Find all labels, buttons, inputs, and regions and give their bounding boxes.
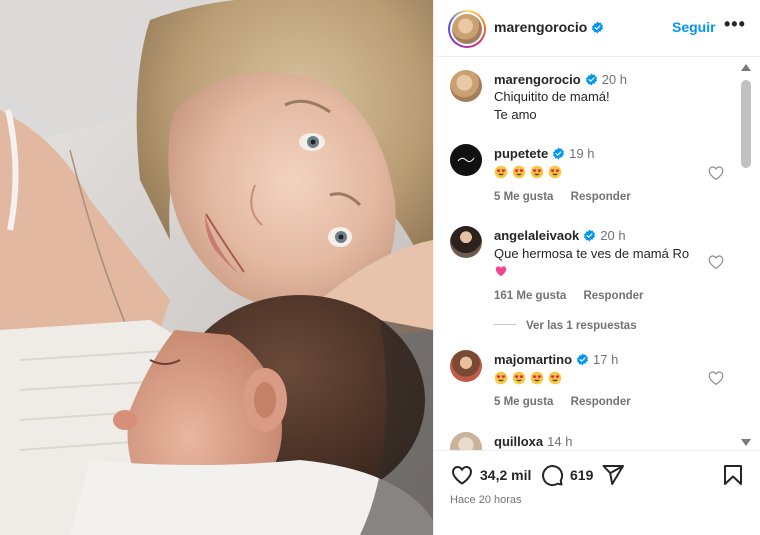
comment-time: 20 h bbox=[600, 228, 626, 243]
heart-eyes-emoji-icon bbox=[494, 165, 508, 179]
comment-avatar[interactable] bbox=[450, 350, 482, 382]
heart-eyes-emoji-icon bbox=[548, 165, 562, 179]
comment-avatar[interactable] bbox=[450, 144, 482, 176]
reply-button[interactable]: Responder bbox=[571, 191, 631, 203]
comment-emojis bbox=[494, 164, 566, 182]
like-count[interactable]: 34,2 mil bbox=[480, 467, 531, 483]
post-photo bbox=[0, 0, 433, 535]
post-actions-bar: 34,2 mil 619 Hace 20 horas bbox=[434, 450, 760, 535]
caption-line-2: Te amo bbox=[494, 107, 537, 122]
caption-username[interactable]: marengorocio bbox=[494, 72, 581, 87]
mother-and-baby-photo bbox=[0, 0, 433, 535]
view-replies-button[interactable]: Ver las 1 respuestas bbox=[494, 320, 637, 332]
caption-line-1: Chiquitito de mamá! bbox=[494, 89, 610, 104]
like-comment-heart-icon[interactable] bbox=[707, 369, 725, 387]
post-side-panel: marengorocio Seguir ••• marengorocio 20 h… bbox=[433, 0, 760, 535]
comment-bubble-icon[interactable] bbox=[540, 463, 564, 487]
heart-eyes-emoji-icon bbox=[530, 165, 544, 179]
scroll-down-arrow-icon[interactable] bbox=[741, 439, 751, 446]
comment-avatar[interactable] bbox=[450, 432, 482, 450]
verified-badge-icon bbox=[553, 147, 565, 160]
more-options-icon[interactable]: ••• bbox=[724, 14, 746, 35]
comment-username[interactable]: quilloxa bbox=[494, 434, 543, 449]
comment-emojis bbox=[494, 370, 566, 388]
author-avatar[interactable] bbox=[448, 10, 486, 48]
author-username[interactable]: marengorocio bbox=[494, 19, 604, 35]
comment-time: 19 h bbox=[569, 146, 595, 161]
comment-count[interactable]: 619 bbox=[570, 467, 593, 483]
scrollbar-thumb[interactable] bbox=[741, 80, 751, 168]
caption-avatar[interactable] bbox=[450, 70, 482, 102]
comment-username[interactable]: angelaleivaok bbox=[494, 228, 579, 243]
comment-username[interactable]: pupetete bbox=[494, 146, 548, 161]
logo-icon bbox=[457, 157, 475, 163]
heart-eyes-emoji-icon bbox=[530, 371, 544, 385]
comment-likes[interactable]: 5 Me gusta bbox=[494, 191, 553, 203]
paper-plane-icon[interactable] bbox=[601, 463, 625, 487]
comment-time: 14 h bbox=[547, 434, 573, 449]
verified-badge-icon bbox=[576, 353, 589, 366]
comment-text: Que hermosa te ves de mamá Ro bbox=[494, 246, 690, 261]
comments-scrollbar[interactable] bbox=[739, 64, 753, 446]
posted-time: Hace 20 horas bbox=[450, 494, 522, 506]
verified-badge-icon bbox=[592, 21, 604, 34]
heart-outline-icon[interactable] bbox=[450, 463, 474, 487]
post-header: marengorocio Seguir ••• bbox=[434, 0, 760, 57]
comment-likes[interactable]: 5 Me gusta bbox=[494, 396, 553, 408]
caption-time: 20 h bbox=[601, 72, 627, 87]
scroll-up-arrow-icon[interactable] bbox=[741, 64, 751, 71]
follow-button[interactable]: Seguir bbox=[672, 19, 716, 35]
comment-avatar[interactable] bbox=[450, 226, 482, 258]
heart-eyes-emoji-icon bbox=[548, 371, 562, 385]
like-comment-heart-icon[interactable] bbox=[707, 253, 725, 271]
verified-badge-icon bbox=[585, 73, 597, 86]
comments-list[interactable]: marengorocio 20 h Chiquitito de mamá! Te … bbox=[434, 58, 744, 450]
heart-eyes-emoji-icon bbox=[512, 371, 526, 385]
comment-time: 17 h bbox=[593, 352, 619, 367]
heart-eyes-emoji-icon bbox=[494, 371, 508, 385]
bookmark-icon[interactable] bbox=[721, 463, 745, 487]
reply-button[interactable]: Responder bbox=[583, 290, 643, 302]
pink-heart-emoji-icon bbox=[495, 266, 507, 277]
heart-eyes-emoji-icon bbox=[512, 165, 526, 179]
reply-button[interactable]: Responder bbox=[571, 396, 631, 408]
verified-badge-icon bbox=[584, 229, 596, 242]
comment-username[interactable]: majomartino bbox=[494, 352, 572, 367]
comment-emojis bbox=[494, 263, 512, 281]
like-comment-heart-icon[interactable] bbox=[707, 164, 725, 182]
comment-likes[interactable]: 161 Me gusta bbox=[494, 290, 566, 302]
